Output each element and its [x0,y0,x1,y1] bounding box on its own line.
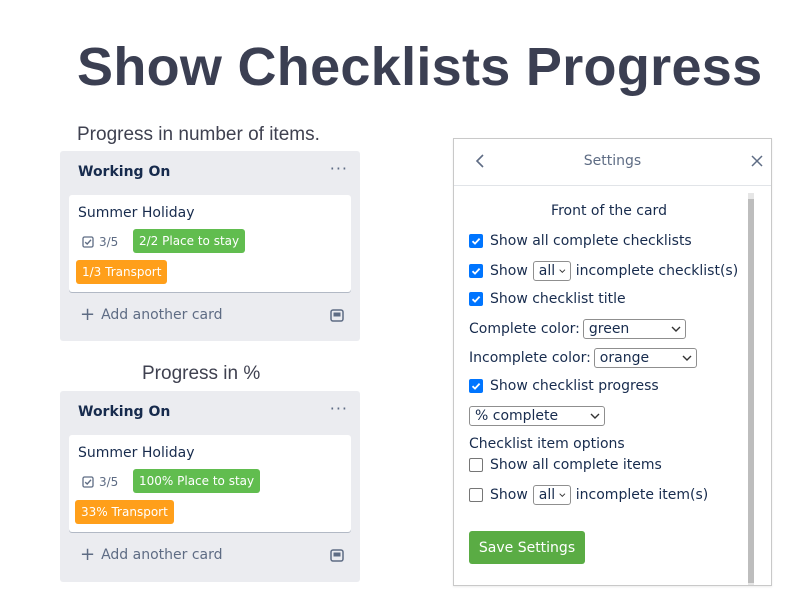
chevron-down-icon [559,269,566,273]
list-menu-icon[interactable]: ··· [330,159,348,178]
card-title: Summer Holiday [78,445,195,461]
checklist-count: 3/5 [99,235,119,249]
page-title: Show Checklists Progress [77,37,763,97]
option-label: Show [490,487,528,503]
option-label: Checklist item options [469,436,625,452]
option-label: Show [490,263,528,279]
progress-mode-select[interactable]: % complete [469,406,605,426]
chevron-down-icon [682,355,692,361]
option-complete-color: Complete color: green [469,319,691,339]
option-incomplete-color: Incomplete color: orange [469,348,702,368]
checkbox-show-incomplete[interactable] [469,264,483,278]
label-transport: 1/3 Transport [76,260,168,284]
option-label: Show checklist title [490,291,626,307]
plus-icon: + [80,304,96,325]
list-menu-icon[interactable]: ··· [330,399,348,418]
list-title: Working On [78,404,171,420]
check-icon [471,295,481,303]
chevron-down-icon [559,493,566,497]
option-show-title: Show checklist title [469,291,626,307]
list-title: Working On [78,164,171,180]
trello-list: Working On ··· Summer Holiday 3/5 100% P… [60,391,360,582]
option-label: incomplete checklist(s) [575,263,739,279]
option-show-progress: Show checklist progress [469,378,659,394]
save-settings-button[interactable]: Save Settings [469,531,585,564]
settings-title: Settings [583,153,642,169]
check-icon [471,267,481,275]
checkbox-show-all-complete[interactable] [469,234,483,248]
card-template-icon[interactable] [330,309,344,322]
label-place-to-stay: 100% Place to stay [133,469,261,493]
checklist-badge: 3/5 [82,235,118,249]
item-options-heading: Checklist item options [469,436,625,452]
incomplete-color-select[interactable]: orange [593,348,697,368]
caption-percent: Progress in % [142,363,261,384]
checkbox-show-incomplete-items[interactable] [469,488,483,502]
option-progress-mode: % complete [469,406,610,426]
checkbox-show-title[interactable] [469,292,483,306]
option-label: Show all complete checklists [490,233,692,249]
add-card-button[interactable]: + Add another card [80,544,223,565]
option-show-all-complete: Show all complete checklists [469,233,692,249]
caption-items: Progress in number of items. [77,124,320,145]
chevron-down-icon [671,326,681,332]
option-label: Complete color: [469,321,580,337]
option-show-all-complete-items: Show all complete items [469,457,662,473]
option-label: Show checklist progress [490,378,659,394]
incomplete-items-select[interactable]: all [532,485,571,505]
add-card-label: Add another card [101,307,223,323]
checkbox-show-all-complete-items[interactable] [469,458,483,472]
close-icon[interactable] [751,155,763,167]
checklist-icon [82,476,94,488]
plus-icon: + [80,544,96,565]
select-value: green [588,321,630,337]
option-label: Show all complete items [490,457,662,473]
checklist-count: 3/5 [99,475,119,489]
option-label: incomplete item(s) [575,487,709,503]
check-icon [471,237,481,245]
checklist-badge: 3/5 [82,475,118,489]
select-value: all [538,263,556,279]
option-label: Incomplete color: [469,350,591,366]
option-show-incomplete-items: Show all incomplete item(s) [469,485,708,505]
card-template-icon[interactable] [330,549,344,562]
select-value: all [538,487,556,503]
check-icon [471,382,481,390]
card-title: Summer Holiday [78,205,195,221]
add-card-button[interactable]: + Add another card [80,304,223,325]
section-title: Front of the card [551,203,667,219]
card[interactable]: Summer Holiday 3/5 2/2 Place to stay 1/3… [69,195,351,292]
checklist-icon [82,236,94,248]
settings-header: Settings [454,139,771,186]
checkbox-show-progress[interactable] [469,379,483,393]
label-transport: 33% Transport [75,500,174,524]
card[interactable]: Summer Holiday 3/5 100% Place to stay 33… [69,435,351,532]
add-card-label: Add another card [101,547,223,563]
trello-list: Working On ··· Summer Holiday 3/5 2/2 Pl… [60,151,360,341]
scrollbar-thumb[interactable] [748,199,754,583]
complete-color-select[interactable]: green [582,319,686,339]
label-place-to-stay: 2/2 Place to stay [133,229,246,253]
incomplete-count-select[interactable]: all [532,261,571,281]
option-show-incomplete: Show all incomplete checklist(s) [469,261,738,281]
select-value: orange [599,350,650,366]
settings-panel: Settings Front of the card Show all comp… [453,138,772,586]
chevron-down-icon [590,413,600,419]
select-value: % complete [475,408,559,424]
